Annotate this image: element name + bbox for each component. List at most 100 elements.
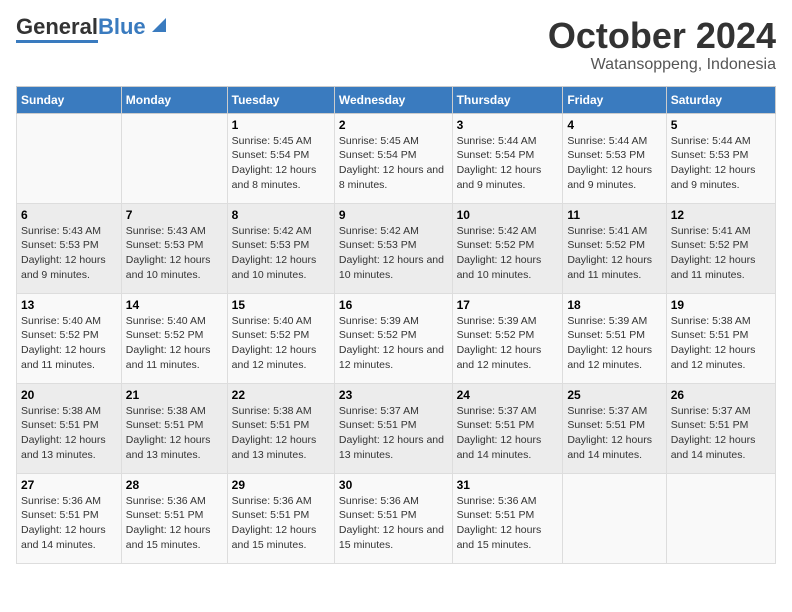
location-title: Watansoppeng, Indonesia <box>548 56 776 74</box>
day-number: 12 <box>671 208 771 222</box>
day-detail: Sunrise: 5:42 AMSunset: 5:53 PMDaylight:… <box>339 224 448 283</box>
week-row-2: 6 Sunrise: 5:43 AMSunset: 5:53 PMDaylight… <box>17 203 776 293</box>
day-number: 11 <box>567 208 661 222</box>
day-cell: 29Sunrise: 5:36 AMSunset: 5:51 PMDayligh… <box>227 473 334 563</box>
header-sunday: Sunday <box>17 86 122 113</box>
day-number: 7 <box>126 208 223 222</box>
day-cell: 20 Sunrise: 5:38 AMSunset: 5:51 PMDayligh… <box>17 383 122 473</box>
calendar-table: SundayMondayTuesdayWednesdayThursdayFrid… <box>16 86 776 564</box>
day-cell <box>563 473 666 563</box>
day-number: 27 <box>21 478 117 492</box>
day-number: 4 <box>567 118 661 132</box>
day-cell <box>17 113 122 203</box>
day-detail: Sunrise: 5:44 AMSunset: 5:53 PMDaylight:… <box>567 134 661 193</box>
day-number: 14 <box>126 298 223 312</box>
day-cell <box>666 473 775 563</box>
logo-arrow-icon <box>148 14 170 36</box>
day-detail: Sunrise: 5:37 AMSunset: 5:51 PMDaylight:… <box>671 404 771 463</box>
day-number: 8 <box>232 208 330 222</box>
day-number: 1 <box>232 118 330 132</box>
day-number: 31 <box>457 478 559 492</box>
day-cell: 5 Sunrise: 5:44 AMSunset: 5:53 PMDaylight… <box>666 113 775 203</box>
day-cell: 25 Sunrise: 5:37 AMSunset: 5:51 PMDayligh… <box>563 383 666 473</box>
day-detail: Sunrise: 5:39 AMSunset: 5:51 PMDaylight:… <box>567 314 661 373</box>
day-cell: 30Sunrise: 5:36 AMSunset: 5:51 PMDayligh… <box>334 473 452 563</box>
day-cell: 1 Sunrise: 5:45 AMSunset: 5:54 PMDaylight… <box>227 113 334 203</box>
day-cell: 17 Sunrise: 5:39 AMSunset: 5:52 PMDayligh… <box>452 293 563 383</box>
day-detail: Sunrise: 5:40 AMSunset: 5:52 PMDaylight:… <box>232 314 330 373</box>
day-detail: Sunrise: 5:38 AMSunset: 5:51 PMDaylight:… <box>21 404 117 463</box>
logo: General Blue <box>16 16 170 43</box>
week-row-3: 13Sunrise: 5:40 AMSunset: 5:52 PMDayligh… <box>17 293 776 383</box>
header-wednesday: Wednesday <box>334 86 452 113</box>
week-row-5: 27 Sunrise: 5:36 AMSunset: 5:51 PMDayligh… <box>17 473 776 563</box>
day-number: 18 <box>567 298 661 312</box>
day-number: 10 <box>457 208 559 222</box>
week-row-4: 20 Sunrise: 5:38 AMSunset: 5:51 PMDayligh… <box>17 383 776 473</box>
day-detail: Sunrise: 5:45 AMSunset: 5:54 PMDaylight:… <box>232 134 330 193</box>
day-cell: 3 Sunrise: 5:44 AMSunset: 5:54 PMDaylight… <box>452 113 563 203</box>
day-number: 3 <box>457 118 559 132</box>
day-number: 15 <box>232 298 330 312</box>
day-number: 20 <box>21 388 117 402</box>
logo-underline <box>16 40 98 43</box>
day-detail: Sunrise: 5:42 AMSunset: 5:53 PMDaylight:… <box>232 224 330 283</box>
title-area: October 2024 Watansoppeng, Indonesia <box>548 16 776 74</box>
day-detail: Sunrise: 5:37 AMSunset: 5:51 PMDaylight:… <box>339 404 448 463</box>
day-number: 2 <box>339 118 448 132</box>
day-detail: Sunrise: 5:43 AMSunset: 5:53 PMDaylight:… <box>21 224 117 283</box>
day-cell: 7 Sunrise: 5:43 AMSunset: 5:53 PMDaylight… <box>121 203 227 293</box>
day-detail: Sunrise: 5:45 AMSunset: 5:54 PMDaylight:… <box>339 134 448 193</box>
day-cell: 14Sunrise: 5:40 AMSunset: 5:52 PMDayligh… <box>121 293 227 383</box>
day-cell: 28Sunrise: 5:36 AMSunset: 5:51 PMDayligh… <box>121 473 227 563</box>
day-cell: 18 Sunrise: 5:39 AMSunset: 5:51 PMDayligh… <box>563 293 666 383</box>
day-cell: 27 Sunrise: 5:36 AMSunset: 5:51 PMDayligh… <box>17 473 122 563</box>
header-friday: Friday <box>563 86 666 113</box>
day-detail: Sunrise: 5:36 AMSunset: 5:51 PMDaylight:… <box>21 494 117 553</box>
day-detail: Sunrise: 5:41 AMSunset: 5:52 PMDaylight:… <box>671 224 771 283</box>
day-cell: 2 Sunrise: 5:45 AMSunset: 5:54 PMDaylight… <box>334 113 452 203</box>
logo-blue-text: Blue <box>98 16 146 38</box>
week-row-1: 1 Sunrise: 5:45 AMSunset: 5:54 PMDaylight… <box>17 113 776 203</box>
day-cell: 10 Sunrise: 5:42 AMSunset: 5:52 PMDayligh… <box>452 203 563 293</box>
day-number: 5 <box>671 118 771 132</box>
day-detail: Sunrise: 5:43 AMSunset: 5:53 PMDaylight:… <box>126 224 223 283</box>
day-number: 25 <box>567 388 661 402</box>
day-detail: Sunrise: 5:44 AMSunset: 5:53 PMDaylight:… <box>671 134 771 193</box>
day-number: 19 <box>671 298 771 312</box>
logo-text: General <box>16 16 98 38</box>
day-detail: Sunrise: 5:41 AMSunset: 5:52 PMDaylight:… <box>567 224 661 283</box>
day-detail: Sunrise: 5:37 AMSunset: 5:51 PMDaylight:… <box>567 404 661 463</box>
day-number: 16 <box>339 298 448 312</box>
day-cell: 31 Sunrise: 5:36 AMSunset: 5:51 PMDayligh… <box>452 473 563 563</box>
month-title: October 2024 <box>548 16 776 56</box>
day-cell: 26 Sunrise: 5:37 AMSunset: 5:51 PMDayligh… <box>666 383 775 473</box>
day-cell: 4 Sunrise: 5:44 AMSunset: 5:53 PMDaylight… <box>563 113 666 203</box>
day-cell: 22Sunrise: 5:38 AMSunset: 5:51 PMDayligh… <box>227 383 334 473</box>
header-saturday: Saturday <box>666 86 775 113</box>
day-cell: 8 Sunrise: 5:42 AMSunset: 5:53 PMDaylight… <box>227 203 334 293</box>
day-cell: 6 Sunrise: 5:43 AMSunset: 5:53 PMDaylight… <box>17 203 122 293</box>
day-number: 6 <box>21 208 117 222</box>
day-cell: 12 Sunrise: 5:41 AMSunset: 5:52 PMDayligh… <box>666 203 775 293</box>
day-detail: Sunrise: 5:37 AMSunset: 5:51 PMDaylight:… <box>457 404 559 463</box>
day-cell: 15 Sunrise: 5:40 AMSunset: 5:52 PMDayligh… <box>227 293 334 383</box>
day-number: 17 <box>457 298 559 312</box>
day-detail: Sunrise: 5:42 AMSunset: 5:52 PMDaylight:… <box>457 224 559 283</box>
day-number: 21 <box>126 388 223 402</box>
day-cell: 24 Sunrise: 5:37 AMSunset: 5:51 PMDayligh… <box>452 383 563 473</box>
header-thursday: Thursday <box>452 86 563 113</box>
day-number: 29 <box>232 478 330 492</box>
day-detail: Sunrise: 5:36 AMSunset: 5:51 PMDaylight:… <box>339 494 448 553</box>
day-detail: Sunrise: 5:39 AMSunset: 5:52 PMDaylight:… <box>457 314 559 373</box>
day-detail: Sunrise: 5:38 AMSunset: 5:51 PMDaylight:… <box>232 404 330 463</box>
day-number: 23 <box>339 388 448 402</box>
day-number: 24 <box>457 388 559 402</box>
header: General Blue October 2024 Watansoppeng, … <box>16 16 776 74</box>
day-cell <box>121 113 227 203</box>
day-detail: Sunrise: 5:36 AMSunset: 5:51 PMDaylight:… <box>457 494 559 553</box>
day-detail: Sunrise: 5:38 AMSunset: 5:51 PMDaylight:… <box>126 404 223 463</box>
day-detail: Sunrise: 5:44 AMSunset: 5:54 PMDaylight:… <box>457 134 559 193</box>
day-number: 26 <box>671 388 771 402</box>
day-cell: 9Sunrise: 5:42 AMSunset: 5:53 PMDaylight… <box>334 203 452 293</box>
